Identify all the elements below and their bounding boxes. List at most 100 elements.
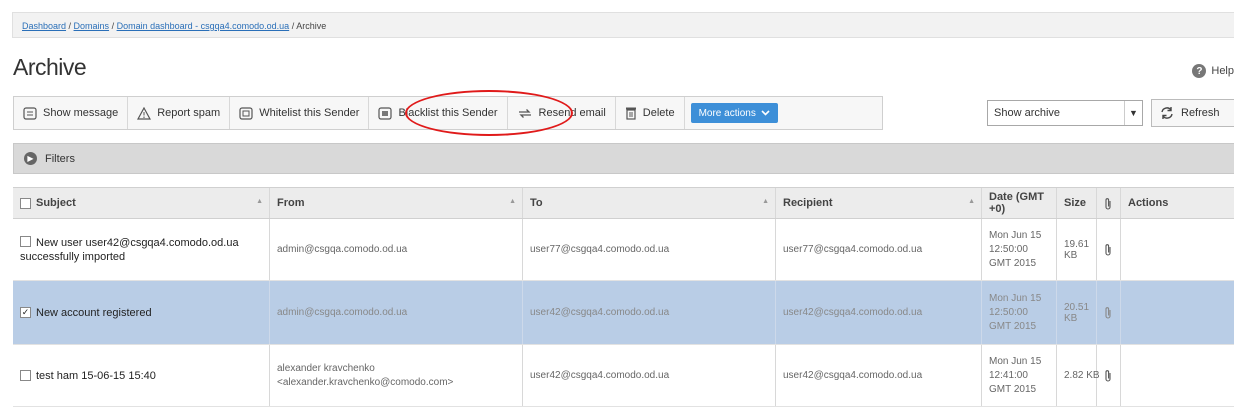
from-header-label: From bbox=[277, 197, 305, 209]
date-cell: Mon Jun 15 12:50:00 GMT 2015 bbox=[982, 219, 1057, 280]
from-column-header[interactable]: From ▲ bbox=[270, 188, 523, 218]
chevron-down-icon: ▼ bbox=[1124, 101, 1142, 125]
attachment-cell bbox=[1097, 219, 1121, 280]
table-row[interactable]: ✓ New account registered admin@csgqa.com… bbox=[13, 281, 1234, 345]
row-checkbox-checked[interactable]: ✓ bbox=[20, 307, 31, 318]
blacklist-icon bbox=[378, 106, 393, 120]
recipient-cell: user77@csgqa4.comodo.od.ua bbox=[776, 219, 982, 280]
refresh-button[interactable]: Refresh bbox=[1151, 99, 1234, 127]
action-toolbar: Show message Report spam Whitelist this … bbox=[13, 96, 883, 130]
select-all-checkbox[interactable] bbox=[20, 197, 31, 209]
blacklist-sender-label: Blacklist this Sender bbox=[398, 107, 498, 119]
breadcrumb: Dashboard / Domains / Domain dashboard -… bbox=[12, 12, 1234, 38]
help-label: Help bbox=[1211, 65, 1234, 77]
table-row[interactable]: New user user42@csgqa4.comodo.od.ua succ… bbox=[13, 219, 1234, 281]
to-cell: user42@csgqa4.comodo.od.ua bbox=[523, 345, 776, 406]
sort-icon: ▲ bbox=[762, 198, 769, 205]
breadcrumb-domain-dashboard-link[interactable]: Domain dashboard - csgqa4.comodo.od.ua bbox=[117, 21, 290, 31]
actions-cell bbox=[1121, 219, 1234, 280]
from-cell: admin@csgqa.comodo.od.ua bbox=[270, 219, 523, 280]
refresh-icon bbox=[1161, 107, 1173, 119]
to-header-label: To bbox=[530, 197, 543, 209]
subject-text: New user user42@csgqa4.comodo.od.ua succ… bbox=[20, 236, 239, 263]
date-cell: Mon Jun 15 12:41:00 GMT 2015 bbox=[982, 345, 1057, 406]
filters-label: Filters bbox=[45, 152, 75, 165]
trash-icon bbox=[625, 107, 636, 120]
expand-arrow-icon: ▶ bbox=[24, 152, 37, 165]
sort-icon: ▲ bbox=[968, 198, 975, 205]
recipient-cell: user42@csgqa4.comodo.od.ua bbox=[776, 281, 982, 344]
to-column-header[interactable]: To ▲ bbox=[523, 188, 776, 218]
recipient-column-header[interactable]: Recipient ▲ bbox=[776, 188, 982, 218]
paperclip-icon bbox=[1105, 244, 1111, 256]
subject-text: New account registered bbox=[36, 306, 152, 319]
row-checkbox[interactable] bbox=[20, 235, 31, 247]
actions-header-label: Actions bbox=[1128, 197, 1169, 209]
table-row[interactable]: test ham 15-06-15 15:40 alexander kravch… bbox=[13, 345, 1234, 407]
row-checkbox[interactable] bbox=[20, 370, 31, 381]
date-cell: Mon Jun 15 12:50:00 GMT 2015 bbox=[982, 281, 1057, 344]
subject-text: test ham 15-06-15 15:40 bbox=[36, 369, 156, 382]
sort-icon: ▲ bbox=[509, 198, 516, 205]
size-header-label: Size bbox=[1064, 197, 1087, 209]
more-actions-button[interactable]: More actions bbox=[690, 103, 778, 123]
size-cell: 2.82 KB bbox=[1057, 345, 1100, 406]
subject-cell: test ham 15-06-15 15:40 bbox=[13, 345, 270, 406]
delete-label: Delete bbox=[642, 107, 675, 119]
breadcrumb-current: Archive bbox=[296, 21, 327, 31]
whitelist-sender-label: Whitelist this Sender bbox=[259, 107, 360, 119]
breadcrumb-separator: / bbox=[109, 21, 117, 31]
table-header: Subject ▲ From ▲ To ▲ Recipient ▲ Date (… bbox=[13, 187, 1234, 219]
report-spam-button[interactable]: Report spam bbox=[128, 97, 231, 129]
attachment-cell bbox=[1097, 281, 1121, 344]
breadcrumb-dashboard-link[interactable]: Dashboard bbox=[22, 21, 66, 31]
filters-toggle[interactable]: ▶ Filters bbox=[13, 143, 1234, 174]
recipient-cell: user42@csgqa4.comodo.od.ua bbox=[776, 345, 982, 406]
resend-email-button[interactable]: Resend email bbox=[508, 97, 616, 129]
from-cell: admin@csgqa.comodo.od.ua bbox=[270, 281, 523, 344]
subject-cell: ✓ New account registered bbox=[13, 281, 270, 344]
from-cell: alexander kravchenko <alexander.kravchen… bbox=[270, 345, 523, 406]
page-title: Archive bbox=[13, 54, 87, 80]
breadcrumb-domains-link[interactable]: Domains bbox=[74, 21, 110, 31]
refresh-label: Refresh bbox=[1181, 107, 1220, 119]
whitelist-sender-button[interactable]: Whitelist this Sender bbox=[230, 97, 370, 129]
whitelist-icon bbox=[239, 106, 253, 120]
archive-view-select[interactable]: Show archive ▼ bbox=[987, 100, 1143, 126]
to-cell: user77@csgqa4.comodo.od.ua bbox=[523, 219, 776, 280]
warning-icon bbox=[137, 106, 152, 120]
subject-header-label: Subject bbox=[36, 197, 76, 209]
subject-column-header[interactable]: Subject ▲ bbox=[13, 188, 270, 218]
delete-button[interactable]: Delete bbox=[616, 97, 685, 129]
show-message-button[interactable]: Show message bbox=[14, 97, 129, 129]
actions-cell bbox=[1121, 345, 1234, 406]
archive-table: Subject ▲ From ▲ To ▲ Recipient ▲ Date (… bbox=[13, 187, 1234, 407]
attachment-column-header[interactable] bbox=[1097, 188, 1121, 218]
to-cell: user42@csgqa4.comodo.od.ua bbox=[523, 281, 776, 344]
subject-cell: New user user42@csgqa4.comodo.od.ua succ… bbox=[13, 219, 270, 280]
size-text: 2.82 KB bbox=[1064, 370, 1100, 381]
date-column-header[interactable]: Date (GMT +0) bbox=[982, 188, 1057, 218]
attachment-cell bbox=[1097, 345, 1121, 406]
size-column-header[interactable]: Size bbox=[1057, 188, 1097, 218]
resend-email-label: Resend email bbox=[538, 107, 606, 119]
help-link[interactable]: ? Help bbox=[1192, 64, 1234, 78]
size-cell: 19.61 KB bbox=[1057, 219, 1097, 280]
report-spam-label: Report spam bbox=[157, 107, 221, 119]
paperclip-icon bbox=[1105, 370, 1111, 382]
chevron-down-icon bbox=[761, 110, 770, 116]
help-icon: ? bbox=[1192, 64, 1207, 78]
recipient-header-label: Recipient bbox=[783, 197, 833, 209]
paperclip-icon bbox=[1105, 197, 1111, 210]
resend-icon bbox=[518, 108, 531, 118]
message-icon bbox=[23, 106, 37, 120]
archive-select-value: Show archive bbox=[994, 107, 1061, 119]
size-cell: 20.51 KB bbox=[1057, 281, 1097, 344]
sort-icon: ▲ bbox=[256, 198, 263, 205]
actions-column-header: Actions bbox=[1121, 188, 1234, 218]
blacklist-sender-button[interactable]: Blacklist this Sender bbox=[369, 97, 508, 129]
more-actions-label: More actions bbox=[698, 107, 756, 119]
actions-cell bbox=[1121, 281, 1234, 344]
breadcrumb-separator: / bbox=[66, 21, 74, 31]
show-message-label: Show message bbox=[43, 107, 119, 119]
